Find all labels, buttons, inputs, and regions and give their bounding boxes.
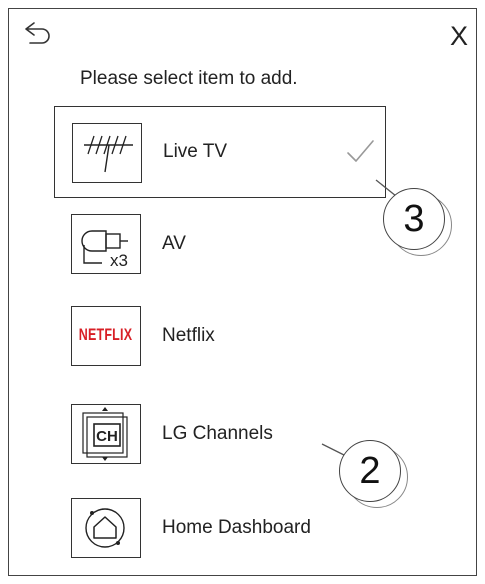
back-arrow-icon [25,22,50,44]
item-label: Live TV [163,141,228,162]
checkmark-icon [347,140,374,162]
av-count-text: x3 [110,251,128,270]
close-button[interactable]: X [446,22,472,50]
item-lg-channels[interactable]: CH LG Channels [54,388,386,480]
item-label: LG Channels [162,423,273,444]
item-live-tv[interactable]: Live TV [54,106,386,198]
item-netflix[interactable]: NETFLIX Netflix [54,290,386,382]
item-label: Home Dashboard [162,517,311,538]
lg-channels-icon: CH [71,404,141,464]
netflix-logo-text: NETFLIX [78,325,133,345]
home-dashboard-icon [71,498,141,558]
callout-3: 3 [383,188,445,250]
dialog-prompt: Please select item to add. [80,68,298,89]
netflix-logo-icon: NETFLIX [71,306,141,366]
item-label: AV [162,233,186,254]
callout-2: 2 [339,440,401,502]
av-cable-icon: x3 [71,214,141,274]
item-av[interactable]: x3 AV [54,198,386,290]
back-button[interactable] [22,20,52,46]
channel-text: CH [96,428,118,445]
antenna-icon [72,123,142,183]
item-home-dashboard[interactable]: Home Dashboard [54,482,386,574]
item-label: Netflix [162,325,215,346]
